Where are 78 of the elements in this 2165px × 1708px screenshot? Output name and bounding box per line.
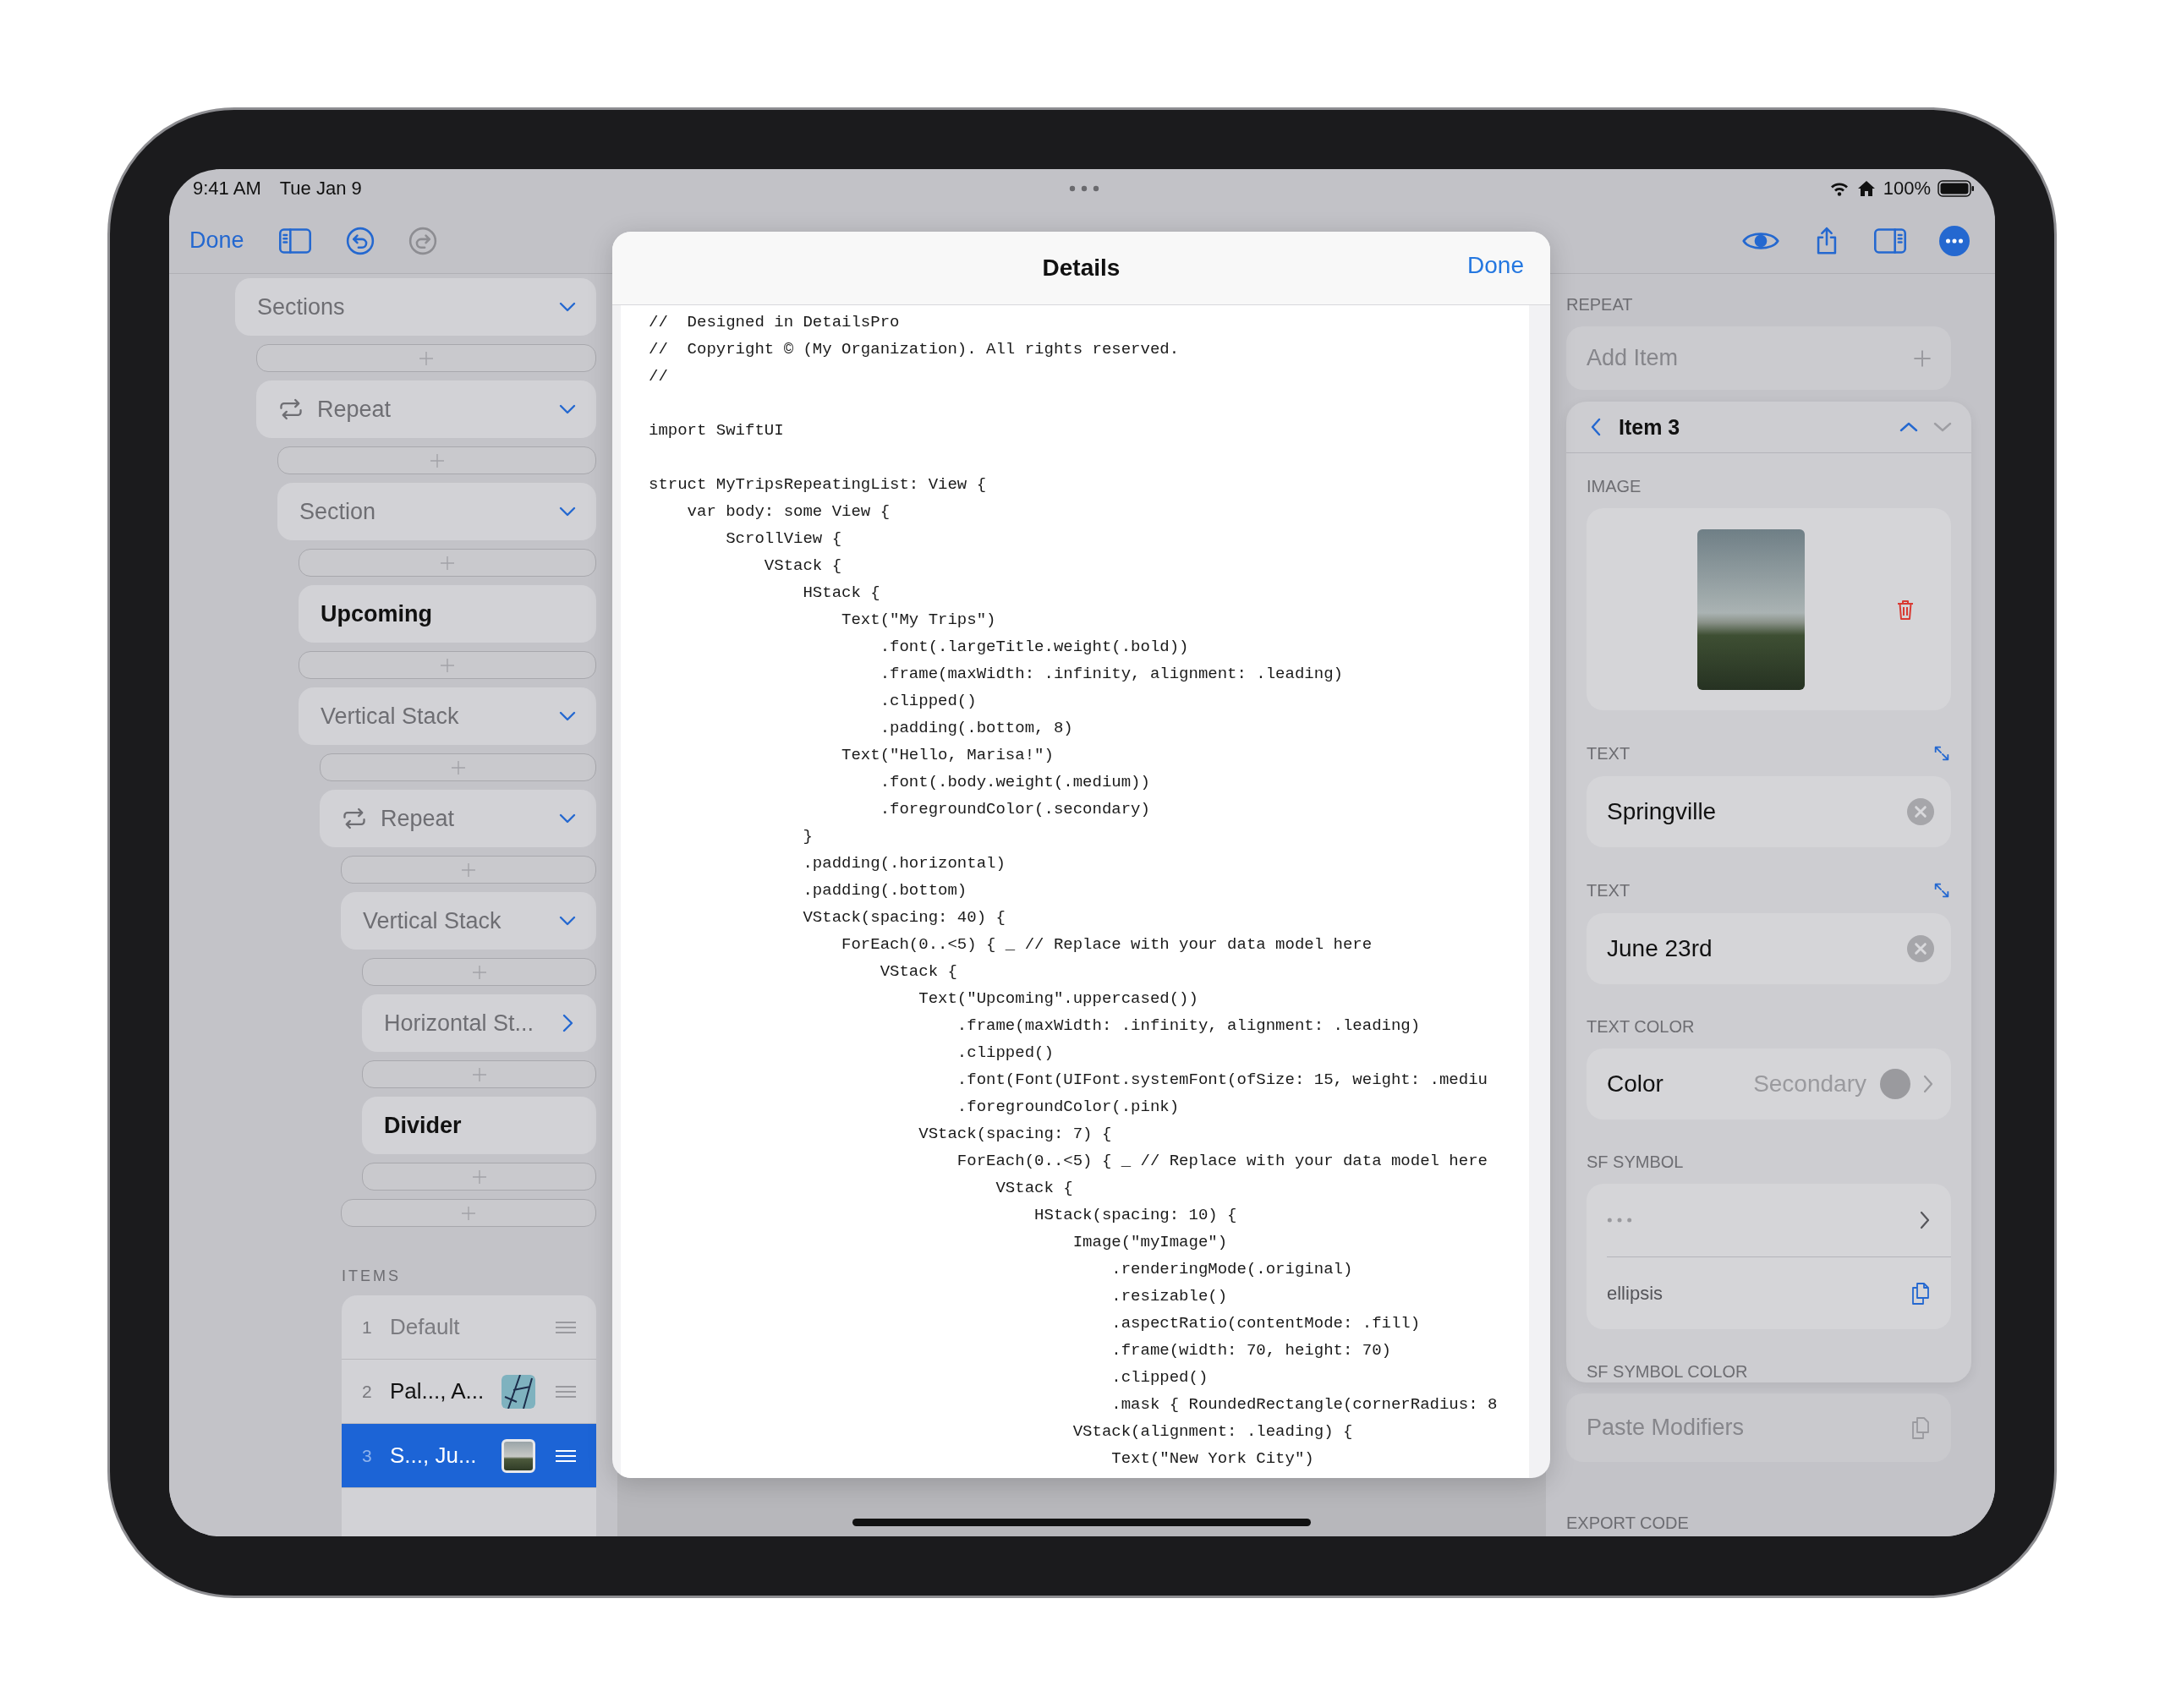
section-header: EXPORT CODE	[1566, 1514, 1690, 1531]
battery-icon	[1938, 180, 1975, 197]
chevron-right-icon	[1919, 1210, 1931, 1230]
expand-icon[interactable]	[1932, 744, 1951, 763]
copy-icon[interactable]	[1910, 1281, 1931, 1306]
plus-icon	[470, 1168, 488, 1185]
plus-icon	[439, 554, 456, 572]
repeat-icon	[278, 397, 304, 421]
code-text: // Designed in DetailsPro // Copyright © (My Organization). All rights reserved. // import SwiftUI struct MyTripsRepeatingList: View { var body: some View { ScrollView { VStack { HStack { Text("My Trips") .font(.largeTitle.weight(.bold)) .frame(maxWidth: .infinity, alignment: .leading) .clipped() .padding(.bottom, 8) Text("Hello, Marisa!") .font(.body.weight(.medium)) .foregroundColor(.secondary) } .padding(.horizontal) .padding(.bottom) VStack(spacing: 40) { ForEach(0..<5) { _ // Replace with your data model here VStack { Text("Upcoming".uppercased()) .frame(maxWidth: .infinity, alignment: .leading) .clipped() .font(Font(UIFont.systemFont(ofSize: 15, weight: .mediu .foregroundColor(.pink) VStack(spacing: 7) { ForEach(0..<5) { _ // Replace with your data model here VStack { HStack(spacing: 10) { Image("myImage") .renderingMode(.original) .resizable() .aspectRatio(contentMode: .fill) .frame(width: 70, height: 70) .clipped() .mask { RoundedRectangle(cornerRadius: 8 VStack(alignment: .leading) { Text("New York City")	[649, 312, 1499, 1470]
add-slot-button[interactable]	[362, 1163, 596, 1191]
home-indicator[interactable]	[852, 1519, 1311, 1526]
field-label: TEXT	[1587, 745, 1631, 762]
map-thumbnail	[502, 1374, 535, 1409]
plus-icon	[428, 452, 446, 469]
plus-icon	[460, 1204, 477, 1222]
text-field[interactable]: June 23rd	[1607, 935, 1907, 962]
tree-row[interactable]: Section	[277, 483, 596, 540]
add-slot-button[interactable]	[320, 753, 596, 781]
tree-row[interactable]: Sections	[235, 278, 596, 336]
tree-row[interactable]: Repeat	[256, 380, 596, 438]
inspector-panel-icon[interactable]	[1873, 226, 1907, 255]
field-label: TEXT	[1587, 882, 1631, 899]
photo-thumbnail	[502, 1438, 535, 1473]
plus-icon	[460, 861, 477, 879]
paste-icon	[1910, 1415, 1931, 1440]
section-header: ITEMS	[342, 1267, 402, 1285]
field-label: SF SYMBOL	[1587, 1153, 1684, 1170]
plus-icon	[470, 963, 488, 981]
status-date: Tue Jan 9	[279, 178, 362, 200]
status-time: 9:41 AM	[193, 178, 261, 200]
add-slot-button[interactable]	[299, 549, 596, 577]
card-title: Item 3	[1619, 414, 1681, 440]
add-slot-button[interactable]	[299, 651, 596, 679]
tree-row[interactable]: Repeat	[320, 790, 596, 847]
color-picker-row[interactable]: Color Secondary	[1587, 1048, 1951, 1120]
done-button[interactable]: Done	[1467, 252, 1524, 279]
add-slot-button[interactable]	[256, 344, 596, 372]
plus-icon	[418, 349, 435, 367]
clear-icon[interactable]	[1907, 798, 1934, 825]
trash-icon[interactable]	[1895, 598, 1916, 621]
sheet-title: Details	[1042, 255, 1121, 282]
add-slot-button[interactable]	[362, 1060, 596, 1088]
text-field[interactable]: Springville	[1587, 776, 1951, 847]
battery-percent: 100%	[1883, 178, 1931, 200]
repeat-icon	[342, 807, 367, 830]
sidebar-icon[interactable]	[277, 226, 312, 255]
multitasking-dots-icon[interactable]	[1068, 185, 1099, 192]
add-slot-button[interactable]	[341, 856, 596, 884]
more-icon[interactable]	[1939, 225, 1970, 256]
field-label: SF SYMBOL COLOR	[1587, 1363, 1748, 1380]
symbol-name: ellipsis	[1607, 1282, 1663, 1305]
undo-icon[interactable]	[345, 226, 375, 255]
plus-icon	[470, 1065, 488, 1083]
tree-row[interactable]: Upcoming	[299, 585, 596, 643]
chevron-right-icon	[1922, 1074, 1934, 1094]
list-item[interactable]: 3 S..., Ju...	[342, 1424, 596, 1488]
expand-icon[interactable]	[1932, 881, 1951, 900]
tree-row[interactable]: Vertical Stack	[341, 892, 596, 950]
done-button[interactable]: Done	[189, 227, 244, 254]
tree-row[interactable]: Vertical Stack	[299, 687, 596, 745]
add-slot-button[interactable]	[362, 958, 596, 986]
add-slot-button[interactable]	[277, 446, 596, 474]
back-chevron-icon[interactable]	[1590, 417, 1602, 437]
redo-icon[interactable]	[408, 226, 437, 255]
plus-icon	[449, 758, 467, 776]
text-field[interactable]: Springville	[1607, 798, 1907, 825]
text-field[interactable]: June 23rd	[1587, 913, 1951, 984]
add-slot-button[interactable]	[341, 1199, 596, 1227]
plus-icon	[1912, 348, 1932, 369]
clear-icon[interactable]	[1907, 935, 1934, 962]
field-label: IMAGE	[1587, 478, 1642, 495]
ellipsis-icon	[1607, 1217, 1632, 1224]
tree-row[interactable]: Divider	[362, 1097, 596, 1154]
list-item[interactable]: 1 Default	[342, 1295, 596, 1360]
plus-icon	[439, 656, 456, 674]
field-label: TEXT COLOR	[1587, 1018, 1695, 1035]
section-header: REPEAT	[1566, 296, 1634, 313]
tree-row[interactable]: Horizontal St...	[362, 994, 596, 1052]
